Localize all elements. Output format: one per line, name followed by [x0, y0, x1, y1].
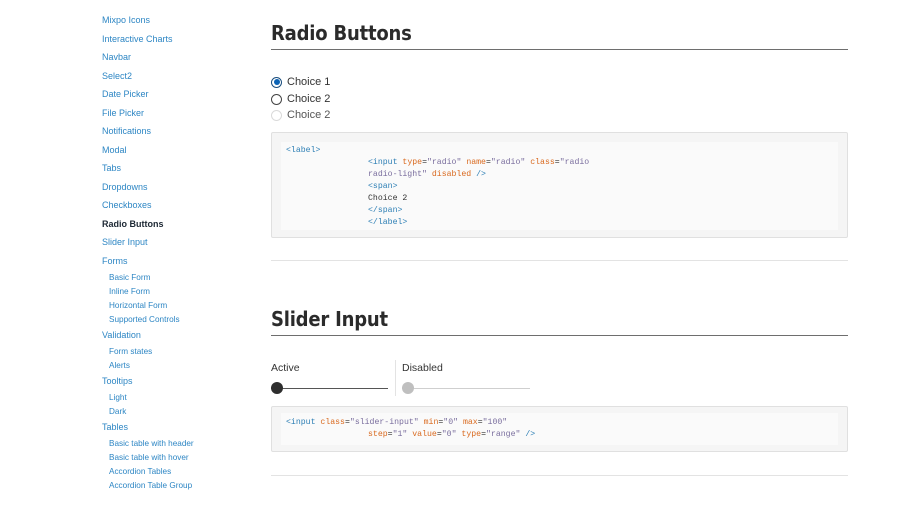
- code-line-2: <input type="radio" name="radio" class="…: [368, 158, 590, 167]
- code-line-1: <label>: [286, 146, 321, 155]
- code-line-2: step="1" value="0" type="range" />: [368, 430, 536, 439]
- code-line-3: radio-light" disabled />: [368, 170, 486, 179]
- slider-title-underline: [271, 335, 848, 336]
- code-line-1: <input class="slider-input" min="0" max=…: [286, 418, 508, 427]
- radio-section-title: Radio Buttons: [271, 21, 412, 45]
- sidebar-item-tabs[interactable]: Tabs: [102, 163, 121, 173]
- slider-section-title: Slider Input: [271, 307, 388, 331]
- radio-option-label: Choice 2: [287, 109, 331, 121]
- sidebar-item-notifications[interactable]: Notifications: [102, 126, 151, 136]
- slider-active-thumb[interactable]: [271, 382, 283, 394]
- code-block: <label> <input type="radio" name="radio"…: [281, 142, 838, 230]
- radio-option-choice-1[interactable]: Choice 1: [271, 75, 330, 89]
- code-line-6: </span>: [368, 206, 403, 215]
- code-line-7: </label>: [368, 218, 408, 227]
- sidebar-item-interactive-charts[interactable]: Interactive Charts: [102, 34, 173, 44]
- sidebar-item-modal[interactable]: Modal: [102, 145, 127, 155]
- sidebar-item-slider-input[interactable]: Slider Input: [102, 237, 148, 247]
- radio-unchecked-icon[interactable]: [271, 93, 282, 105]
- slider-disabled-track: [402, 388, 530, 389]
- radio-disabled-icon: [271, 109, 282, 121]
- sidebar-item-forms[interactable]: Forms: [102, 256, 128, 266]
- sidebar-item-dropdowns[interactable]: Dropdowns: [102, 182, 148, 192]
- slider-code-example: <input class="slider-input" min="0" max=…: [271, 406, 848, 452]
- radio-option-label: Choice 1: [287, 76, 331, 88]
- code-line-5: Choice 2: [368, 194, 408, 203]
- slider-divider: [395, 360, 396, 396]
- sidebar-subitem-dark[interactable]: Dark: [109, 407, 126, 416]
- sidebar-item-date-picker[interactable]: Date Picker: [102, 89, 149, 99]
- sidebar-subitem-basic-form[interactable]: Basic Form: [109, 273, 150, 282]
- radio-option-label: Choice 2: [287, 93, 331, 105]
- sidebar-item-file-picker[interactable]: File Picker: [102, 108, 144, 118]
- radio-checked-icon[interactable]: [271, 76, 282, 88]
- sidebar-subitem-accordion-tables[interactable]: Accordion Tables: [109, 467, 171, 476]
- sidebar-item-mixpo-icons[interactable]: Mixpo Icons: [102, 15, 150, 25]
- sidebar-subitem-basic-table-with-hover[interactable]: Basic table with hover: [109, 453, 189, 462]
- sidebar-nav: Mixpo Icons Interactive Charts Navbar Se…: [0, 0, 220, 520]
- sidebar-item-tables[interactable]: Tables: [102, 422, 128, 432]
- sidebar-subitem-accordion-table-group[interactable]: Accordion Table Group: [109, 481, 192, 490]
- radio-code-example: <label> <input type="radio" name="radio"…: [271, 132, 848, 238]
- section-divider: [271, 260, 848, 261]
- sidebar-item-checkboxes[interactable]: Checkboxes: [102, 200, 152, 210]
- sidebar-item-select2[interactable]: Select2: [102, 71, 132, 81]
- code-block: <input class="slider-input" min="0" max=…: [281, 413, 838, 445]
- slider-disabled-label: Disabled: [402, 362, 443, 374]
- radio-option-choice-2-disabled: Choice 2: [271, 108, 330, 122]
- sidebar-subitem-form-states[interactable]: Form states: [109, 347, 152, 356]
- slider-disabled-thumb: [402, 382, 414, 394]
- slider-active-label: Active: [271, 362, 300, 374]
- sidebar-subitem-supported-controls[interactable]: Supported Controls: [109, 315, 180, 324]
- sidebar-item-validation[interactable]: Validation: [102, 330, 141, 340]
- sidebar-item-radio-buttons[interactable]: Radio Buttons: [102, 219, 164, 229]
- main-content: Radio Buttons Choice 1 Choice 2 Choice 2…: [271, 0, 849, 520]
- sidebar-item-tooltips[interactable]: Tooltips: [102, 376, 133, 386]
- sidebar-item-navbar[interactable]: Navbar: [102, 52, 131, 62]
- slider-active-track[interactable]: [271, 388, 388, 389]
- sidebar-subitem-inline-form[interactable]: Inline Form: [109, 287, 150, 296]
- section-divider: [271, 475, 848, 476]
- sidebar-subitem-light[interactable]: Light: [109, 393, 127, 402]
- sidebar-subitem-alerts[interactable]: Alerts: [109, 361, 130, 370]
- sidebar-subitem-horizontal-form[interactable]: Horizontal Form: [109, 301, 167, 310]
- radio-title-underline: [271, 49, 848, 50]
- code-line-4: <span>: [368, 182, 398, 191]
- sidebar-subitem-basic-table-with-header[interactable]: Basic table with header: [109, 439, 194, 448]
- radio-option-choice-2[interactable]: Choice 2: [271, 92, 330, 106]
